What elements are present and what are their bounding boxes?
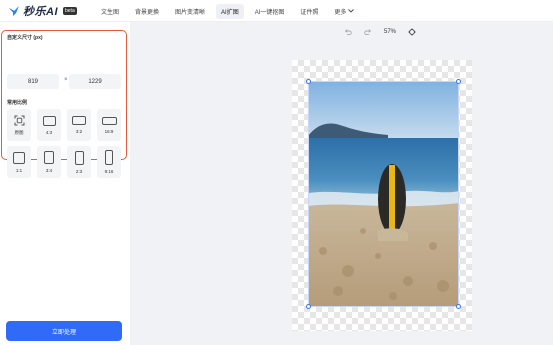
ratio-label: 16:9 bbox=[104, 128, 114, 134]
chevron-down-icon bbox=[348, 9, 355, 13]
nav-image-enhance[interactable]: 图片变清晰 bbox=[170, 4, 210, 19]
ratio-1-1[interactable]: 1:1 bbox=[7, 146, 31, 178]
redo-icon[interactable] bbox=[364, 28, 372, 36]
nav-more[interactable]: 更多 bbox=[329, 4, 359, 19]
ratio-16-9-icon bbox=[101, 116, 117, 125]
app-logo[interactable]: 秒乐AI beta bbox=[8, 4, 77, 18]
ratio-2-3-icon bbox=[74, 150, 84, 165]
zoom-level[interactable]: 57% bbox=[384, 29, 396, 35]
nav-ai-cutout[interactable]: AI一键抠图 bbox=[250, 4, 290, 19]
resize-handle-top-left[interactable] bbox=[306, 79, 311, 84]
nav-ai-expand[interactable]: AI扩图 bbox=[216, 3, 244, 19]
ratio-3-2[interactable]: 3:2 bbox=[67, 109, 91, 141]
ratio-3-2-icon bbox=[72, 116, 86, 125]
ratio-16-9[interactable]: 16:9 bbox=[97, 109, 121, 141]
ratio-1-1-icon bbox=[13, 151, 25, 164]
logo-text: 秒乐AI bbox=[23, 6, 58, 18]
logo-badge: beta bbox=[63, 7, 77, 15]
top-navigation-bar: 秒乐AI beta 文生图 背景更换 图片变清晰 AI扩图 AI一键抠图 证件照… bbox=[0, 0, 553, 22]
original-ratio-icon bbox=[14, 115, 24, 125]
ratio-3-4[interactable]: 3:4 bbox=[37, 146, 61, 178]
size-separator: × bbox=[64, 77, 68, 83]
ratio-9-16-icon bbox=[105, 150, 113, 165]
ratio-4-3-icon bbox=[42, 115, 56, 126]
nav-more-label: 更多 bbox=[334, 9, 347, 16]
expand-settings-panel: 自定义尺寸 (px) 819 × 1229 常用比例 原图 4:3 3:2 16… bbox=[1, 30, 127, 178]
ratio-label: 3:2 bbox=[75, 129, 83, 134]
resize-handle-top-right[interactable] bbox=[456, 79, 461, 84]
ratio-label: 1:1 bbox=[15, 167, 23, 173]
resize-handle-bottom-right[interactable] bbox=[456, 304, 461, 309]
nav-id-photo[interactable]: 证件照 bbox=[295, 4, 323, 19]
target-icon[interactable] bbox=[408, 28, 416, 36]
canvas-toolbar: 57% bbox=[344, 26, 416, 38]
logo-bird-icon bbox=[9, 6, 19, 16]
ratio-label: 原图 bbox=[14, 129, 24, 135]
nav-text-to-image[interactable]: 文生图 bbox=[96, 4, 124, 19]
process-now-button[interactable]: 立即处理 bbox=[6, 321, 122, 341]
ratio-3-4-icon bbox=[44, 151, 54, 164]
nav-background-change[interactable]: 背景更换 bbox=[130, 4, 164, 19]
custom-size-label: 自定义尺寸 (px) bbox=[7, 35, 43, 41]
ratio-label: 4:3 bbox=[45, 129, 53, 135]
ratio-4-3[interactable]: 4:3 bbox=[37, 109, 61, 141]
common-ratio-label: 常用比例 bbox=[7, 100, 28, 106]
ratio-label: 2:3 bbox=[75, 168, 83, 174]
main-nav: 文生图 背景更换 图片变清晰 AI扩图 AI一键抠图 证件照 更多 bbox=[96, 3, 365, 19]
resize-handle-bottom-left[interactable] bbox=[306, 304, 311, 309]
ratio-9-16[interactable]: 9:16 bbox=[97, 146, 121, 178]
height-input[interactable]: 1229 bbox=[69, 74, 121, 89]
undo-icon[interactable] bbox=[344, 28, 352, 36]
image-selection-box[interactable] bbox=[308, 81, 459, 307]
ratio-original[interactable]: 原图 bbox=[7, 109, 31, 141]
width-input[interactable]: 819 bbox=[7, 74, 59, 89]
ratio-2-3[interactable]: 2:3 bbox=[67, 146, 91, 178]
ratio-label: 9:16 bbox=[104, 169, 114, 174]
ratio-label: 3:4 bbox=[45, 168, 53, 173]
